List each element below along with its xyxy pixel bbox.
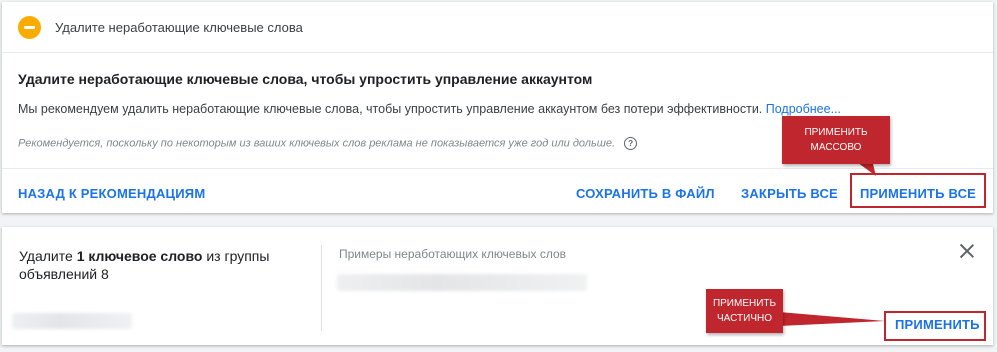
recommendation-header[interactable]: Удалите неработающие ключевые слова (2, 2, 993, 53)
examples-heading: Примеры неработающих ключевых слов (339, 247, 567, 261)
save-to-file-button[interactable]: СОХРАНИТЬ В ФАЙЛ (576, 186, 715, 201)
suggestion-keyword-count: 1 ключевое слово (76, 248, 203, 264)
redacted-text (12, 313, 132, 329)
suggestion-text: Удалите 1 ключевое слово из группы объяв… (19, 247, 309, 283)
recommendation-header-title: Удалите неработающие ключевые слова (55, 20, 303, 35)
callout-partial-arrow (779, 312, 885, 326)
redacted-keyword (337, 274, 587, 291)
callout-apply-partial: ПРИМЕНИТЬ ЧАСТИЧНО (706, 289, 783, 333)
suggestion-text-prefix: Удалите (19, 248, 77, 264)
close-all-button[interactable]: ЗАКРЫТЬ ВСЕ (741, 186, 838, 201)
more-link[interactable]: Подробнее... (766, 102, 841, 116)
callout-partial-line1: ПРИМЕНИТЬ (712, 298, 777, 309)
callout-partial-line2: ЧАСТИЧНО (717, 313, 772, 324)
apply-highlight (884, 311, 986, 341)
back-to-recommendations-button[interactable]: НАЗАД К РЕКОМЕНДАЦИЯМ (18, 186, 205, 201)
callout-apply-mass: ПРИМЕНИТЬ МАССОВО (782, 116, 890, 164)
recommendation-title: Удалите неработающие ключевые слова, что… (18, 71, 593, 87)
close-icon[interactable] (958, 242, 976, 260)
recommendation-description: Мы рекомендуем удалить неработающие ключ… (18, 102, 841, 116)
recommendation-card: Удалите неработающие ключевые слова Удал… (2, 2, 993, 213)
note-text: Рекомендуется, поскольку по некоторым из… (18, 137, 616, 150)
vertical-divider (321, 245, 322, 331)
card-actions: НАЗАД К РЕКОМЕНДАЦИЯМ СОХРАНИТЬ В ФАЙЛ З… (2, 168, 993, 214)
help-circle-icon[interactable]: ? (624, 137, 638, 150)
minus-circle-icon (18, 16, 41, 39)
callout-mass-line1: ПРИМЕНИТЬ (804, 127, 868, 138)
callout-mass-line2: МАССОВО (810, 142, 862, 153)
apply-all-highlight (850, 173, 986, 208)
description-text: Мы рекомендуем удалить неработающие ключ… (18, 102, 763, 116)
recommendation-note: Рекомендуется, поскольку по некоторым из… (18, 137, 638, 150)
